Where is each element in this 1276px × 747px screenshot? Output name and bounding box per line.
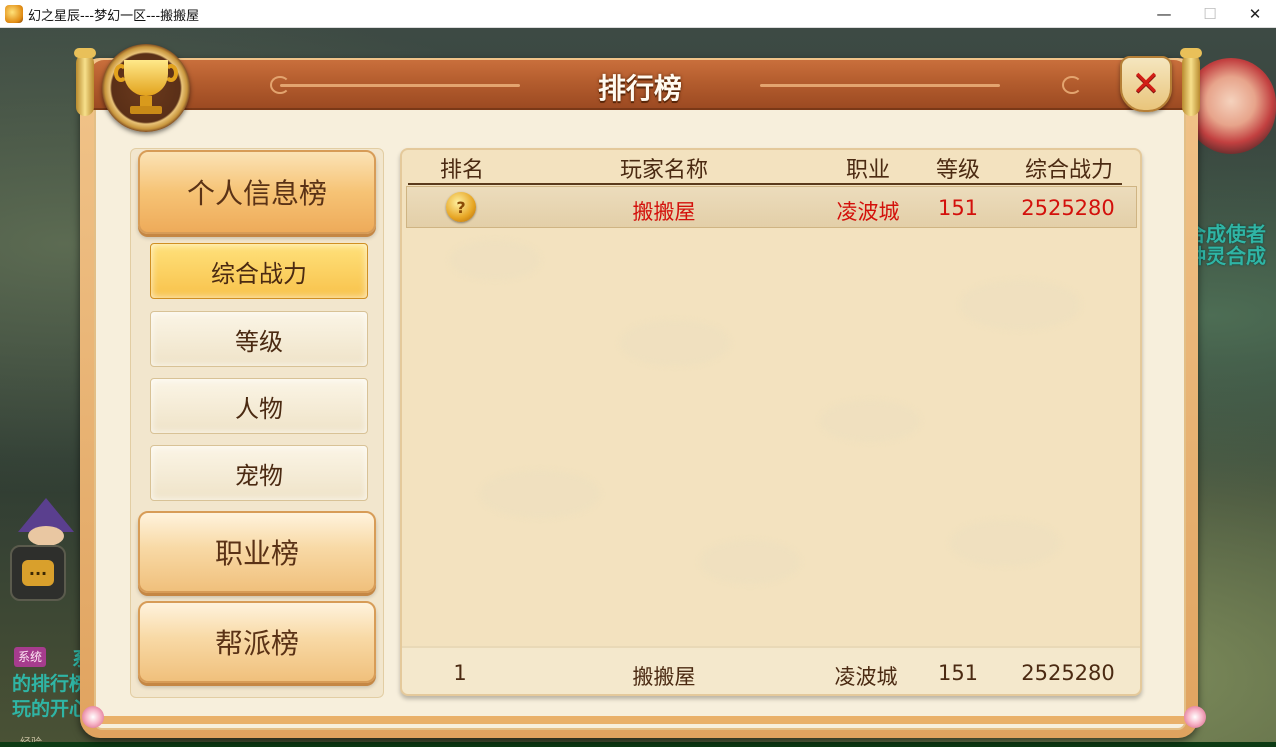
maximize-button[interactable]: ☐ bbox=[1187, 0, 1233, 28]
column-header-combat-power: 综合战力 bbox=[1024, 158, 1113, 183]
column-header-level: 等级 bbox=[935, 158, 980, 183]
chat-bubble-icon: ··· bbox=[22, 560, 54, 586]
panel-pole-left bbox=[74, 48, 96, 116]
self-class: 凌波城 bbox=[834, 665, 898, 689]
self-player-name: 搬搬屋 bbox=[632, 665, 696, 689]
header-ornament-left bbox=[280, 84, 520, 87]
column-header-class: 职业 bbox=[845, 158, 890, 183]
panel-title: 排行榜 bbox=[597, 72, 682, 105]
window-titlebar: 幻之星辰---梦幻一区---搬搬屋 — ☐ ✕ bbox=[0, 0, 1276, 28]
trophy-icon bbox=[102, 44, 190, 132]
minimize-button[interactable]: — bbox=[1141, 0, 1187, 28]
friend-avatar bbox=[28, 526, 64, 546]
npc-name-2[interactable]: 种灵合成 bbox=[1186, 240, 1266, 269]
row-level: 151 bbox=[937, 196, 979, 220]
row-class: 凌波城 bbox=[836, 200, 900, 224]
column-header-divider bbox=[408, 183, 1122, 185]
nav-sub-combat-power[interactable]: 综合战力 bbox=[150, 243, 368, 299]
column-header-player-name: 玩家名称 bbox=[619, 158, 708, 183]
close-icon: ✕ bbox=[1131, 64, 1161, 104]
self-level: 151 bbox=[937, 661, 979, 685]
panel-bottom-trim bbox=[90, 716, 1188, 724]
window-close-button[interactable]: ✕ bbox=[1232, 0, 1276, 28]
system-message-2: 的排行榜 bbox=[12, 673, 89, 695]
column-header-rank: 排名 bbox=[439, 158, 484, 183]
header-curl-left bbox=[270, 76, 290, 94]
self-rank: 1 bbox=[453, 661, 467, 685]
self-combat-power: 2525280 bbox=[1021, 661, 1115, 685]
header-curl-right bbox=[1062, 76, 1082, 94]
bg-cloud bbox=[700, 540, 800, 584]
app-icon bbox=[5, 5, 23, 23]
nav-sub-character[interactable]: 人物 bbox=[150, 378, 368, 434]
nav-personal-info[interactable]: 个人信息榜 bbox=[138, 150, 376, 234]
system-badge: 系统 bbox=[14, 647, 47, 667]
rank-medal-icon: ? bbox=[446, 192, 476, 222]
chat-button[interactable]: ··· bbox=[10, 545, 66, 601]
exp-bar bbox=[0, 742, 1276, 747]
row-combat-power: 2525280 bbox=[1021, 196, 1115, 220]
bg-cloud bbox=[450, 240, 540, 280]
system-message-3: 玩的开心 bbox=[12, 698, 89, 720]
nav-sub-level[interactable]: 等级 bbox=[150, 311, 368, 367]
bg-cloud bbox=[820, 400, 920, 442]
bg-cloud bbox=[950, 520, 1060, 566]
header-ornament-right bbox=[760, 84, 1000, 87]
panel-pole-right bbox=[1180, 48, 1202, 116]
bg-cloud bbox=[480, 470, 600, 518]
row-player-name[interactable]: 搬搬屋 bbox=[594, 196, 734, 226]
nav-guild-ranking[interactable]: 帮派榜 bbox=[138, 601, 376, 683]
bg-cloud bbox=[960, 280, 1080, 330]
window-title: 幻之星辰---梦幻一区---搬搬屋 bbox=[28, 9, 200, 24]
nav-sub-pet[interactable]: 宠物 bbox=[150, 445, 368, 501]
ranking-table bbox=[400, 148, 1142, 696]
flower-ornament-right bbox=[1184, 706, 1206, 728]
flower-ornament-left bbox=[82, 706, 104, 728]
nav-class-ranking[interactable]: 职业榜 bbox=[138, 511, 376, 593]
bg-cloud bbox=[620, 320, 730, 366]
panel-close-button[interactable]: ✕ bbox=[1120, 56, 1172, 112]
